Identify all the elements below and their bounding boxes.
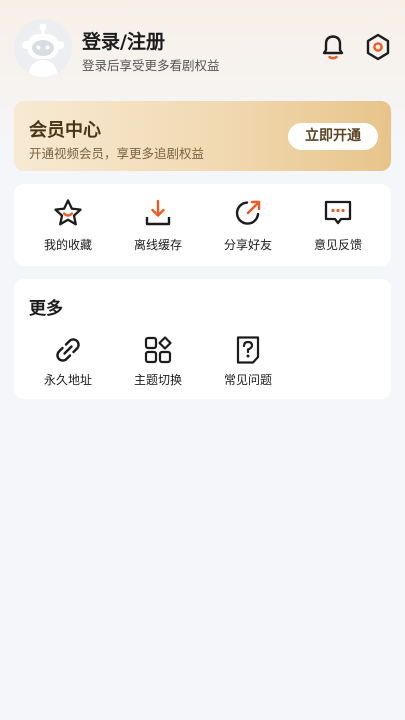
quick-action-label: 我的收藏 — [43, 238, 92, 252]
more-item-label: 永久地址 — [43, 373, 92, 387]
star-icon — [54, 199, 82, 226]
faq-button[interactable]: 常见问题 — [203, 331, 293, 391]
bell-icon — [322, 35, 344, 60]
share-icon — [235, 200, 261, 225]
vip-subtitle: 开通视频会员，享更多追剧权益 — [29, 146, 205, 161]
header: 登录/注册 登录后享受更多看剧权益 — [0, 0, 405, 100]
quick-actions-card: 我的收藏 离线缓存 分享好友 意见反馈 — [14, 184, 391, 266]
login-register-title[interactable]: 登录/注册 — [82, 27, 165, 54]
settings-icon — [366, 33, 390, 61]
more-item-label: 常见问题 — [223, 373, 272, 387]
download-icon — [145, 199, 171, 226]
notification-button[interactable] — [319, 32, 347, 62]
avatar-robot-icon — [14, 19, 72, 77]
theme-switch-button[interactable]: 主题切换 — [113, 331, 203, 391]
faq-icon — [236, 336, 260, 364]
quick-action-label: 分享好友 — [223, 238, 272, 252]
login-subtitle: 登录后享受更多看剧权益 — [82, 58, 220, 73]
quick-action-label: 意见反馈 — [313, 238, 362, 252]
offline-cache-button[interactable]: 离线缓存 — [113, 184, 203, 266]
share-friends-button[interactable]: 分享好友 — [203, 184, 293, 266]
permanent-address-button[interactable]: 永久地址 — [23, 331, 113, 391]
settings-button[interactable] — [364, 32, 392, 62]
open-vip-button[interactable]: 立即开通 — [288, 123, 378, 150]
favorites-button[interactable]: 我的收藏 — [23, 184, 113, 266]
avatar[interactable] — [14, 19, 72, 77]
quick-action-label: 离线缓存 — [133, 238, 182, 252]
more-section-title: 更多 — [29, 299, 63, 319]
feedback-icon — [324, 200, 352, 225]
feedback-button[interactable]: 意见反馈 — [293, 184, 383, 266]
theme-icon — [144, 336, 172, 364]
more-item-label: 主题切换 — [133, 373, 182, 387]
link-icon — [56, 338, 80, 362]
more-section-card: 更多 永久地址 主题切换 常见问题 — [14, 279, 391, 399]
vip-center-card[interactable]: 会员中心 开通视频会员，享更多追剧权益 立即开通 — [14, 101, 391, 171]
vip-title: 会员中心 — [29, 120, 101, 141]
